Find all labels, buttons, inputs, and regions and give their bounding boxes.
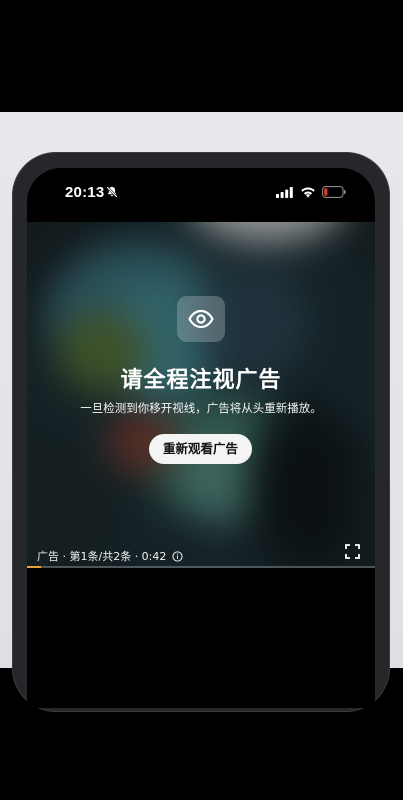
ad-info-bar: 广告 · 第1条/共2条 · 0:42 [37,548,183,564]
info-circle-icon[interactable] [172,550,183,562]
rewatch-ad-button[interactable]: 重新观看广告 [149,434,252,464]
ad-video-player[interactable]: 请全程注视广告 一旦检测到你移开视线，广告将从头重新播放。 重新观看广告 广告 … [27,222,375,568]
bell-slash-icon [106,186,118,198]
ad-progress-bar [27,566,375,568]
ad-progress-fill [27,566,41,568]
battery-low-icon [322,186,346,198]
ad-info-text: 广告 · 第1条/共2条 · 0:42 [37,550,167,563]
screenshot-frame: 20:13 请全程注视广告 一旦检测到你移开视线，广告将从头重新播放。 重新观看… [0,0,403,800]
eye-icon [188,309,214,329]
ad-attention-subtitle: 一旦检测到你移开视线，广告将从头重新播放。 [80,401,322,415]
ad-attention-title: 请全程注视广告 [120,368,282,393]
wifi-icon [301,187,315,198]
eye-icon-tile [177,296,225,342]
cellular-signal-icon [276,187,293,198]
fullscreen-icon[interactable] [345,544,360,559]
status-time: 20:13 [65,184,105,201]
video-dim-overlay [27,222,375,568]
status-bar: 20:13 [27,168,375,220]
phone-screen: 20:13 请全程注视广告 一旦检测到你移开视线，广告将从头重新播放。 重新观看… [27,168,375,708]
